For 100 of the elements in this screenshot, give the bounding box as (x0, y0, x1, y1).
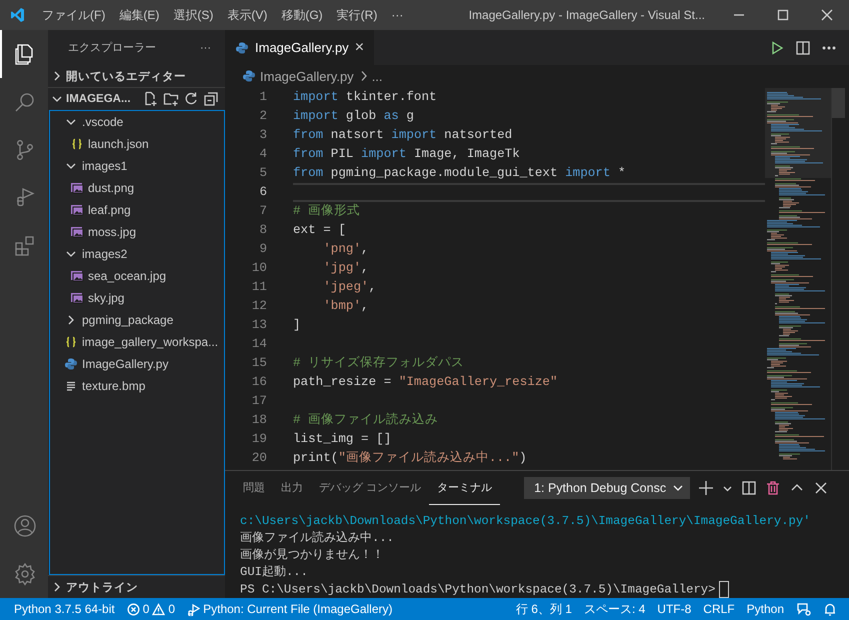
code-line: 'png', (322, 241, 370, 258)
tree-item[interactable]: images1 (82, 159, 128, 173)
image-file-icon (70, 203, 84, 217)
tree-item[interactable]: image_gallery_workspa... (82, 335, 218, 349)
line-number: 1 (258, 89, 267, 106)
line-number: 9 (258, 241, 267, 258)
section-header[interactable]: アウトライン (66, 580, 138, 594)
logo-icon (10, 7, 26, 23)
panel-tab[interactable]: 出力 (273, 471, 311, 505)
line-number: 8 (258, 222, 267, 239)
lines-file-icon (64, 379, 78, 393)
menu-item[interactable]: 実行(R) (330, 6, 384, 24)
tree-item[interactable]: sea_ocean.jpg (88, 269, 166, 283)
interpreter-status[interactable]: Python 3.7.5 64-bit (8, 602, 121, 616)
language-status[interactable]: Python (740, 602, 790, 616)
image-file-icon (70, 225, 84, 239)
window-title: ImageGallery.py - ImageGallery - Visual St... (468, 8, 706, 22)
tree-item[interactable]: sky.jpg (88, 291, 124, 305)
breadcrumb-item[interactable]: ImageGallery.py (260, 68, 354, 84)
panel-tab[interactable]: ターミナル (429, 471, 500, 505)
code-line: from natsort import natsorted (293, 127, 514, 144)
code-line: ext = [ (293, 222, 347, 239)
code-line: 'jpg', (322, 260, 370, 277)
panel-tab[interactable]: 問題 (235, 471, 273, 505)
code-line: # 画像ファイル読み込み (293, 412, 440, 429)
section-header[interactable]: 開いているエディター (66, 68, 186, 84)
new-file-icon[interactable] (143, 91, 159, 107)
split-editor-icon[interactable] (795, 40, 811, 56)
tree-item[interactable]: leaf.png (88, 203, 131, 217)
line-number: 4 (258, 146, 267, 163)
collapse-all-icon[interactable] (203, 91, 219, 107)
plus-icon[interactable] (698, 480, 714, 496)
braces-icon (70, 137, 84, 151)
launch-status[interactable]: Python: Current File (ImageGallery) (181, 602, 399, 616)
line-number: 14 (250, 336, 267, 353)
python-file-icon (64, 357, 78, 371)
line-number: 5 (258, 165, 267, 182)
terminal-line: 画像ファイル読み込み中... (240, 531, 394, 545)
menu-item[interactable]: 表示(V) (220, 6, 274, 24)
code-line: 'bmp', (322, 298, 370, 315)
close-tab-button[interactable]: × (354, 38, 364, 56)
menu-item[interactable]: 編集(E) (112, 6, 166, 24)
line-number: 20 (250, 450, 267, 467)
encoding-status[interactable]: UTF-8 (651, 602, 698, 616)
code-line: from PIL import Image, ImageTk (293, 146, 521, 163)
split-icon[interactable] (741, 480, 758, 496)
more-actions[interactable]: ··· (200, 42, 211, 54)
tree-item[interactable]: moss.jpg (88, 225, 136, 239)
terminal-line: GUI起動... (240, 565, 308, 579)
tree-item[interactable]: dust.png (88, 181, 134, 195)
minimap-drawing[interactable] (765, 88, 831, 460)
line-number: 16 (250, 374, 267, 391)
code-line: import glob as g (293, 108, 415, 125)
panel-tab[interactable]: デバッグ コンソール (311, 471, 430, 505)
line-number: 6 (258, 184, 267, 201)
terminal-dropdown[interactable]: 1: Python Debug Consc (524, 477, 690, 499)
line-number: 18 (250, 412, 267, 429)
tree-item[interactable]: images2 (82, 247, 128, 261)
image-file-icon (70, 181, 84, 195)
warning-icon (152, 602, 166, 616)
python-file-icon (242, 69, 256, 83)
gear-icon (13, 562, 37, 586)
image-file-icon (70, 269, 84, 283)
breadcrumb-item[interactable]: ... (372, 68, 383, 84)
tree-item[interactable]: texture.bmp (82, 379, 146, 393)
code-line: # 画像形式 (293, 202, 362, 220)
feedback-icon[interactable] (796, 602, 811, 616)
tree-item[interactable]: pgming_package (82, 313, 174, 327)
menu-item[interactable]: 移動(G) (274, 6, 330, 24)
tree-item[interactable]: .vscode (82, 115, 124, 129)
account-icon (13, 514, 37, 538)
bell-icon[interactable] (823, 602, 837, 616)
close-icon[interactable] (813, 480, 830, 496)
code-line: import tkinter.font (293, 89, 438, 106)
terminal-line: c:\Users\jackb\Downloads\Python\workspace(3.7.5)\ImageGallery\ImageGallery.py' (240, 514, 810, 528)
menu-item[interactable]: 選択(S) (166, 6, 220, 24)
code-line: list_img = [] (293, 431, 392, 448)
code-line: print("画像ファイル読み込み中...") (293, 450, 528, 467)
tree-item[interactable]: launch.json (88, 137, 149, 151)
line-number: 13 (250, 317, 267, 334)
line-ending-status[interactable]: CRLF (697, 602, 741, 616)
cursor-position-status[interactable]: 行 6、列 1 (510, 600, 578, 618)
more-menu[interactable]: ··· (384, 8, 410, 22)
section-header[interactable]: IMAGEGA... (66, 93, 131, 105)
indent-status[interactable]: スペース: 4 (578, 600, 652, 618)
editor-tab[interactable]: ImageGallery.py × (225, 30, 374, 65)
line-number: 12 (250, 298, 267, 315)
python-file-icon (235, 40, 249, 54)
sidebar-title: エクスプローラー (68, 40, 156, 55)
terminal-line: PS C:\Users\jackb\Downloads\Python\workspace(3.7.5)\ImageGallery> (240, 582, 716, 597)
code-line: # リサイズ保存フォルダパス (293, 355, 466, 372)
problems-status[interactable]: 0 0 (120, 602, 182, 616)
image-file-icon (70, 291, 84, 305)
tree-item[interactable]: ImageGallery.py (82, 357, 168, 371)
braces-icon (64, 335, 78, 349)
trash-icon[interactable] (765, 480, 782, 496)
refresh-icon[interactable] (183, 91, 199, 107)
scrollbar-thumb[interactable] (832, 88, 845, 118)
new-folder-icon[interactable] (163, 91, 179, 107)
menu-item[interactable]: ファイル(F) (35, 6, 112, 24)
